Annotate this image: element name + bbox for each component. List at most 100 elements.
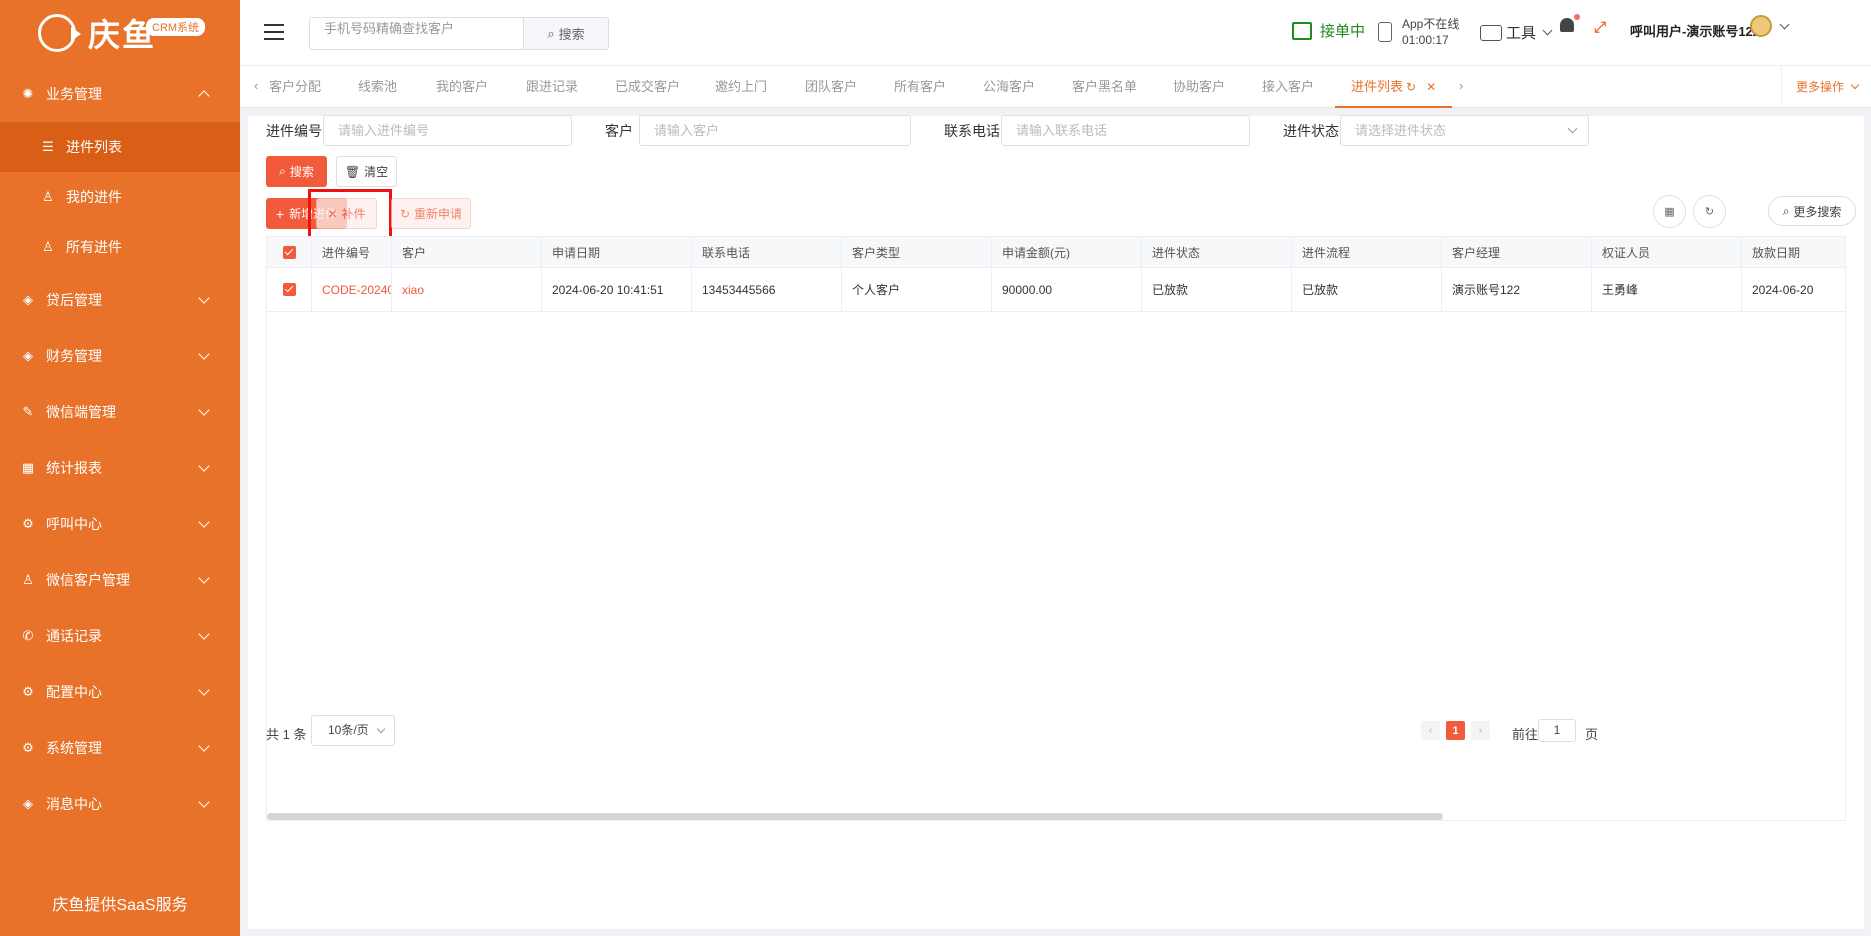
horizontal-scrollbar[interactable] — [267, 813, 1443, 820]
refresh-icon[interactable]: ↻ — [1406, 80, 1416, 94]
sidebar-group-label: 消息中心 — [46, 796, 102, 812]
tab-team-customers[interactable]: 团队客户 — [805, 66, 857, 108]
tab-blacklist[interactable]: 客户黑名单 — [1072, 66, 1137, 108]
column-header[interactable]: 放款日期 — [1742, 237, 1845, 267]
tab-all-customers[interactable]: 所有客户 — [894, 66, 946, 108]
tab-scroll-right-icon[interactable]: › — [1459, 78, 1463, 93]
tab-assist-customers[interactable]: 协助客户 — [1173, 66, 1225, 108]
column-header[interactable]: 联系电话 — [692, 237, 842, 267]
sidebar-group-config[interactable]: ⚙ 配置中心 — [0, 664, 240, 720]
sidebar-group-wechat-customers[interactable]: ♙ 微信客户管理 — [0, 552, 240, 608]
fullscreen-icon[interactable]: ⤢ — [1594, 20, 1610, 36]
customer-filter-input[interactable]: 请输入客户 — [639, 115, 911, 146]
goto-suffix: 页 — [1585, 727, 1599, 742]
list-icon: ☰ — [42, 139, 54, 154]
tab-inbound-customers[interactable]: 接入客户 — [1262, 66, 1314, 108]
prev-page-icon[interactable]: ‹ — [1421, 721, 1440, 740]
column-header[interactable]: 客户类型 — [842, 237, 992, 267]
tab-public-customers[interactable]: 公海客户 — [983, 66, 1035, 108]
sidebar-item-all-applications[interactable]: ♙ 所有进件 — [0, 222, 240, 272]
highlight-box — [308, 189, 392, 240]
row-checkbox[interactable] — [267, 268, 312, 311]
column-header[interactable]: 客户 — [392, 237, 542, 267]
order-status-toggle[interactable]: 接单中 — [1292, 20, 1365, 41]
sidebar-group-reports[interactable]: ▦ 统计报表 — [0, 440, 240, 496]
sidebar-group-wechat[interactable]: ✎ 微信端管理 — [0, 384, 240, 440]
main-content: 进件编号 请输入进件编号 客户 请输入客户 联系电话 请输入联系电话 进件状态 … — [248, 115, 1864, 929]
search-button[interactable]: ⌕ 搜索 — [266, 156, 327, 187]
reapply-button[interactable]: ↻ 重新申请 — [391, 198, 471, 229]
sidebar-item-my-applications[interactable]: ♙ 我的进件 — [0, 172, 240, 222]
sidebar-group-business[interactable]: ✺ 业务管理 — [0, 66, 240, 122]
phone-search-input[interactable]: 手机号码精确查找客户 — [309, 17, 524, 50]
menu-toggle-icon[interactable] — [264, 24, 284, 40]
table-row[interactable]: CODE-20240 xiao 2024-06-20 10:41:51 1345… — [267, 268, 1845, 312]
chevron-down-icon — [198, 348, 210, 360]
sidebar-group-finance[interactable]: ◈ 财务管理 — [0, 328, 240, 384]
header-search-button[interactable]: ⌕ 搜索 — [523, 17, 609, 50]
sidebar-group-system[interactable]: ⚙ 系统管理 — [0, 720, 240, 776]
column-header[interactable]: 申请金额(元) — [992, 237, 1142, 267]
next-page-icon[interactable]: › — [1471, 721, 1490, 740]
more-operations-label: 更多操作 — [1796, 80, 1845, 94]
chevron-up-icon — [198, 90, 210, 102]
app-status: App不在线 01:00:17 — [1378, 16, 1459, 48]
close-icon[interactable]: ✕ — [1426, 80, 1436, 94]
tab-closed-customers[interactable]: 已成交客户 — [615, 66, 680, 108]
sidebar-group-call-center[interactable]: ⚙ 呼叫中心 — [0, 496, 240, 552]
column-header[interactable]: 进件编号 — [312, 237, 392, 267]
tab-customer-assign[interactable]: 客户分配 — [269, 66, 321, 108]
clear-button[interactable]: 🗑 清空 — [336, 156, 397, 187]
phone-filter-input[interactable]: 请输入联系电话 — [1001, 115, 1250, 146]
tab-follow-up[interactable]: 跟进记录 — [526, 66, 578, 108]
search-icon: ⌕ — [547, 25, 555, 41]
sidebar-item-application-list[interactable]: ☰ 进件列表 — [0, 122, 240, 172]
more-operations-menu[interactable]: 更多操作 — [1781, 66, 1871, 108]
column-header[interactable]: 进件状态 — [1142, 237, 1292, 267]
logo: 庆鱼 CRM系统 — [0, 0, 240, 66]
column-header[interactable]: 客户经理 — [1442, 237, 1592, 267]
page-number-current[interactable]: 1 — [1446, 721, 1465, 740]
more-search-button[interactable]: ⌕ 更多搜索 — [1768, 196, 1856, 226]
goto-page-input[interactable]: 1 — [1538, 719, 1576, 742]
tab-my-customers[interactable]: 我的客户 — [436, 66, 488, 108]
table-cell: 王勇峰 — [1592, 268, 1742, 311]
refresh-icon[interactable]: ↻ — [1693, 195, 1726, 228]
sidebar-item-label: 所有进件 — [66, 239, 122, 255]
code-filter-label: 进件编号 — [266, 123, 322, 139]
tab-application-list[interactable]: 进件列表 ↻ ✕ — [1335, 66, 1453, 108]
chart-icon — [1292, 21, 1312, 40]
notification-bell-icon[interactable] — [1560, 14, 1580, 36]
application-code-link[interactable]: CODE-20240 — [312, 268, 392, 311]
select-all-checkbox[interactable] — [267, 237, 312, 267]
customer-link[interactable]: xiao — [392, 268, 542, 311]
sidebar: 庆鱼 CRM系统 ✺ 业务管理 ☰ 进件列表 ♙ 我的进件 ♙ 所有进件 ◈ 贷… — [0, 0, 240, 936]
tab-scroll-left-icon[interactable]: ‹ — [254, 78, 258, 93]
column-header[interactable]: 权证人员 — [1592, 237, 1742, 267]
chevron-down-icon[interactable] — [1779, 19, 1790, 30]
page-size-select[interactable]: 10条/页 — [311, 715, 395, 746]
tools-menu[interactable]: 工具 — [1480, 22, 1553, 43]
chevron-down-icon — [1567, 123, 1578, 134]
current-user-name[interactable]: 呼叫用户-演示账号122 — [1630, 21, 1760, 40]
chevron-down-icon — [1542, 25, 1553, 36]
table-cell: 90000.00 — [992, 268, 1142, 311]
column-settings-icon[interactable]: ▦ — [1653, 195, 1686, 228]
customer-filter-label: 客户 — [605, 123, 633, 139]
tab-visits[interactable]: 邀约上门 — [715, 66, 767, 108]
avatar[interactable] — [1750, 15, 1772, 37]
sidebar-group-messages[interactable]: ◈ 消息中心 — [0, 776, 240, 832]
logo-badge: CRM系统 — [146, 18, 206, 36]
sidebar-group-call-records[interactable]: ✆ 通话记录 — [0, 608, 240, 664]
gear-icon: ⚙ — [22, 740, 34, 755]
code-filter-input[interactable]: 请输入进件编号 — [323, 115, 572, 146]
tab-lead-pool[interactable]: 线索池 — [358, 66, 397, 108]
status-filter-select[interactable]: 请选择进件状态 — [1340, 115, 1589, 146]
tab-label: 进件列表 — [1351, 79, 1404, 94]
search-icon: ⌕ — [279, 164, 286, 178]
sidebar-group-post-loan[interactable]: ◈ 贷后管理 — [0, 272, 240, 328]
column-header[interactable]: 申请日期 — [542, 237, 692, 267]
sidebar-group-label: 微信客户管理 — [46, 572, 130, 588]
column-header[interactable]: 进件流程 — [1292, 237, 1442, 267]
refresh-icon: ↻ — [399, 206, 411, 221]
